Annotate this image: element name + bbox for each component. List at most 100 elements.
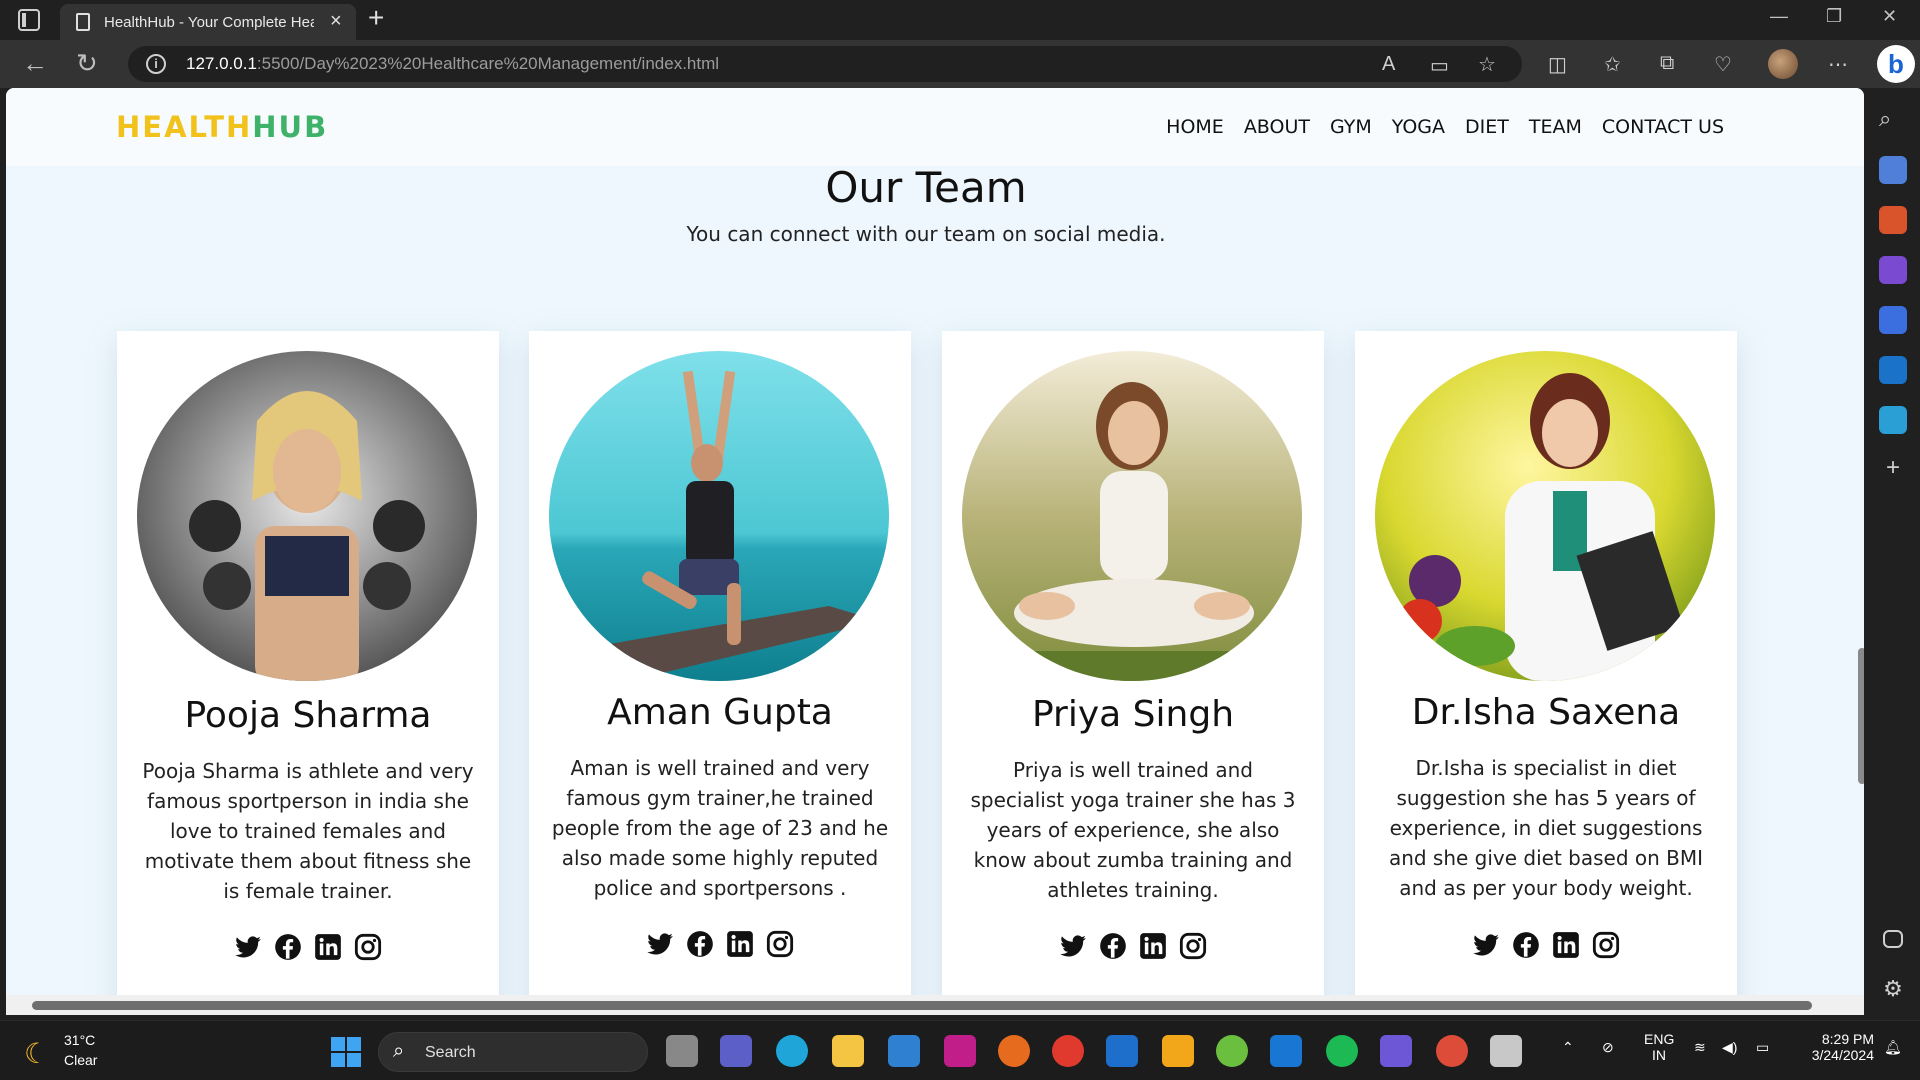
edge-icon[interactable] (776, 1035, 808, 1067)
facebook-icon[interactable] (1512, 931, 1540, 959)
clock[interactable]: 8:29 PM 3/24/2024 (1796, 1031, 1874, 1063)
weather-condition[interactable]: Clear (64, 1052, 97, 1068)
favorite-star-icon[interactable]: ☆ (1478, 52, 1496, 77)
nav-diet[interactable]: DIET (1465, 116, 1509, 138)
show-hidden-icons[interactable]: ⌃ (1562, 1039, 1574, 1056)
windows-start-icon[interactable] (331, 1037, 361, 1067)
instagram-icon[interactable] (766, 930, 794, 958)
search-icon[interactable]: ⌕ (1879, 106, 1907, 134)
instagram-icon[interactable] (354, 933, 382, 961)
facebook-icon[interactable] (274, 933, 302, 961)
task-view-icon[interactable] (666, 1035, 698, 1067)
nav-contact[interactable]: CONTACT US (1602, 116, 1724, 138)
horizontal-scrollbar-thumb[interactable] (32, 1001, 1812, 1010)
twitter-icon[interactable] (1472, 931, 1500, 959)
outlook-icon[interactable] (1879, 356, 1907, 384)
spring-icon[interactable] (1216, 1035, 1248, 1067)
section-title: Our Team (825, 163, 1027, 212)
linkedin-icon[interactable] (1552, 931, 1580, 959)
search-icon: ⌕ (393, 1040, 405, 1062)
social-links (117, 933, 499, 961)
collections-icon[interactable]: ⧉ (1660, 52, 1674, 75)
wifi-icon[interactable]: ≋ (1694, 1039, 1706, 1056)
copilot-sidebar-icon[interactable] (1879, 306, 1907, 334)
more-menu-icon[interactable]: ⋯ (1828, 52, 1848, 77)
page-icon (76, 13, 90, 31)
close-window-icon[interactable]: ✕ (1882, 6, 1897, 27)
social-links (529, 930, 911, 958)
facebook-icon[interactable] (1099, 932, 1127, 960)
tab-actions-icon[interactable] (18, 9, 40, 31)
skype-icon[interactable] (1270, 1035, 1302, 1067)
chrome-icon[interactable] (1436, 1035, 1468, 1067)
split-screen-icon[interactable]: ◫ (1548, 52, 1567, 77)
volume-icon[interactable]: ◀) (1722, 1039, 1737, 1056)
nav-team[interactable]: TEAM (1529, 116, 1582, 138)
moon-icon[interactable]: ☾ (24, 1037, 49, 1070)
url-text[interactable]: 127.0.0.1:5500/Day%2023%20Healthcare%20M… (186, 54, 719, 74)
twitter-icon[interactable] (234, 933, 262, 961)
notifications-icon[interactable]: 🔔︎ (1884, 1039, 1902, 1056)
site-info-icon[interactable]: i (146, 54, 166, 74)
profile-avatar[interactable] (1768, 49, 1798, 79)
member-name: Dr.Isha Saxena (1411, 692, 1681, 733)
browser-titlebar: HealthHub - Your Complete Heal × + — ❐ ✕ (0, 0, 1920, 40)
hide-sidebar-icon[interactable] (1883, 930, 1903, 948)
minimize-icon[interactable]: — (1770, 6, 1788, 27)
twitter-icon[interactable] (1059, 932, 1087, 960)
snipping-icon[interactable] (1162, 1035, 1194, 1067)
add-icon[interactable]: + (1879, 454, 1907, 482)
office-icon[interactable] (1052, 1035, 1084, 1067)
section-subtitle: You can connect with our team on social … (686, 222, 1166, 246)
games-icon[interactable] (1879, 256, 1907, 284)
instagram-icon[interactable] (1179, 932, 1207, 960)
nav-yoga[interactable]: YOGA (1392, 116, 1445, 138)
settings-gear-icon[interactable]: ⚙ (1879, 976, 1907, 1004)
copilot-icon[interactable]: b (1877, 45, 1915, 83)
nav-home[interactable]: HOME (1166, 116, 1224, 138)
favorites-icon[interactable]: ✩ (1604, 52, 1621, 77)
vertical-scrollbar-thumb[interactable] (1858, 648, 1864, 784)
store-icon[interactable] (1106, 1035, 1138, 1067)
horizontal-scrollbar[interactable] (6, 995, 1864, 1015)
paint-icon[interactable] (1490, 1035, 1522, 1067)
new-tab-button[interactable]: + (368, 2, 384, 34)
nav-about[interactable]: ABOUT (1244, 116, 1310, 138)
teams-icon[interactable] (720, 1035, 752, 1067)
facebook-icon[interactable] (686, 930, 714, 958)
close-tab-icon[interactable]: × (330, 10, 342, 33)
shopping-icon[interactable] (1879, 156, 1907, 184)
refresh-icon[interactable]: ↻ (76, 48, 98, 79)
back-icon[interactable]: ← (22, 48, 48, 79)
edge-sidebar: ⌕ + ⚙ (1866, 88, 1920, 1015)
intellij-icon[interactable] (944, 1035, 976, 1067)
tools-icon[interactable] (1879, 206, 1907, 234)
media-player-icon[interactable] (1380, 1035, 1412, 1067)
site-logo[interactable]: HEALTHHUB (116, 110, 328, 144)
network-off-icon[interactable]: ⊘ (1602, 1039, 1614, 1056)
nav-gym[interactable]: GYM (1330, 116, 1372, 138)
taskbar-search[interactable]: ⌕ Search (378, 1032, 648, 1072)
file-explorer-icon[interactable] (832, 1035, 864, 1067)
weather-temperature[interactable]: 31°C (64, 1032, 95, 1048)
vscode-icon[interactable] (888, 1035, 920, 1067)
member-bio: Aman is well trained and very famous gym… (551, 756, 889, 900)
browser-tab[interactable]: HealthHub - Your Complete Heal × (60, 4, 356, 40)
restore-icon[interactable]: ❐ (1826, 6, 1842, 27)
read-aloud-icon[interactable]: A (1382, 53, 1395, 76)
immersive-reader-icon[interactable]: ▭ (1430, 53, 1449, 78)
spotify-icon[interactable] (1326, 1035, 1358, 1067)
linkedin-icon[interactable] (314, 933, 342, 961)
drop-icon[interactable] (1879, 406, 1907, 434)
firefox-icon[interactable] (998, 1035, 1030, 1067)
address-toolbar: ← ↻ i 127.0.0.1:5500/Day%2023%20Healthca… (0, 40, 1920, 88)
instagram-icon[interactable] (1592, 931, 1620, 959)
address-bar[interactable]: i 127.0.0.1:5500/Day%2023%20Healthcare%2… (128, 46, 1522, 82)
twitter-icon[interactable] (646, 930, 674, 958)
battery-icon[interactable]: ▭ (1756, 1039, 1769, 1056)
linkedin-icon[interactable] (726, 930, 754, 958)
browser-essentials-icon[interactable]: ♡ (1714, 52, 1732, 77)
web-viewport: HEALTHHUB HOME ABOUT GYM YOGA DIET TEAM … (6, 88, 1864, 1015)
linkedin-icon[interactable] (1139, 932, 1167, 960)
language-indicator[interactable]: ENG IN (1644, 1031, 1674, 1063)
